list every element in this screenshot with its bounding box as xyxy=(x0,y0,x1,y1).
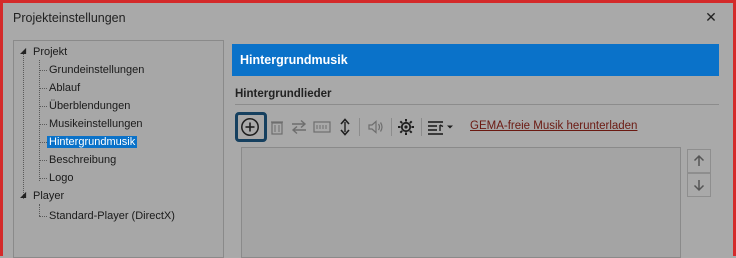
page-header: Hintergrundmusik xyxy=(232,44,719,76)
settings-tree[interactable]: ◢ Projekt Grundeinstellungen Ablauf Über… xyxy=(13,40,224,258)
volume-icon[interactable] xyxy=(366,117,386,137)
tree-item-musikeinstellungen[interactable]: Musikeinstellungen xyxy=(49,116,143,132)
tree-item-beschreibung[interactable]: Beschreibung xyxy=(49,152,116,168)
dropdown-icon[interactable] xyxy=(445,117,455,137)
tree-connector xyxy=(39,60,40,181)
move-up-button[interactable] xyxy=(687,149,711,173)
tree-item-grundeinstellungen[interactable]: Grundeinstellungen xyxy=(49,62,144,78)
move-down-button[interactable] xyxy=(687,173,711,197)
tree-item-logo[interactable]: Logo xyxy=(49,170,73,186)
tree-item-ueberblendungen[interactable]: Überblendungen xyxy=(49,98,130,114)
page-title: Hintergrundmusik xyxy=(240,53,348,67)
download-music-link[interactable]: GEMA-freie Musik herunterladen xyxy=(470,120,637,132)
window-title: Projekteinstellungen xyxy=(13,11,126,25)
delete-icon[interactable] xyxy=(267,117,287,137)
tree-item-standard-player[interactable]: Standard-Player (DirectX) xyxy=(49,208,175,224)
tree-item-player[interactable]: Player xyxy=(33,188,64,204)
tree-connector xyxy=(39,204,40,216)
close-icon[interactable]: ✕ xyxy=(703,9,719,25)
arrow-down-icon xyxy=(693,180,705,192)
collapse-icon[interactable]: ◢ xyxy=(20,187,26,203)
tree-item-hintergrundmusik[interactable]: Hintergrundmusik xyxy=(47,134,138,150)
list-icon[interactable] xyxy=(426,117,446,137)
tree-item-ablauf[interactable]: Ablauf xyxy=(49,80,80,96)
title-bar: Projekteinstellungen ✕ xyxy=(3,3,733,33)
section-title: Hintergrundlieder xyxy=(235,88,332,100)
swap-icon[interactable] xyxy=(289,117,309,137)
arrow-up-icon xyxy=(693,154,705,166)
time-icon[interactable] xyxy=(312,117,332,137)
background-songs-list[interactable] xyxy=(241,147,681,258)
tree-item-projekt[interactable]: Projekt xyxy=(33,44,67,60)
collapse-icon[interactable]: ◢ xyxy=(20,43,26,59)
music-toolbar: GEMA-freie Musik herunterladen xyxy=(235,112,719,142)
tree-connector xyxy=(23,51,24,199)
section-divider xyxy=(235,104,719,105)
add-button-highlight xyxy=(235,112,267,142)
resize-icon[interactable] xyxy=(335,117,355,137)
settings-icon[interactable] xyxy=(396,117,416,137)
